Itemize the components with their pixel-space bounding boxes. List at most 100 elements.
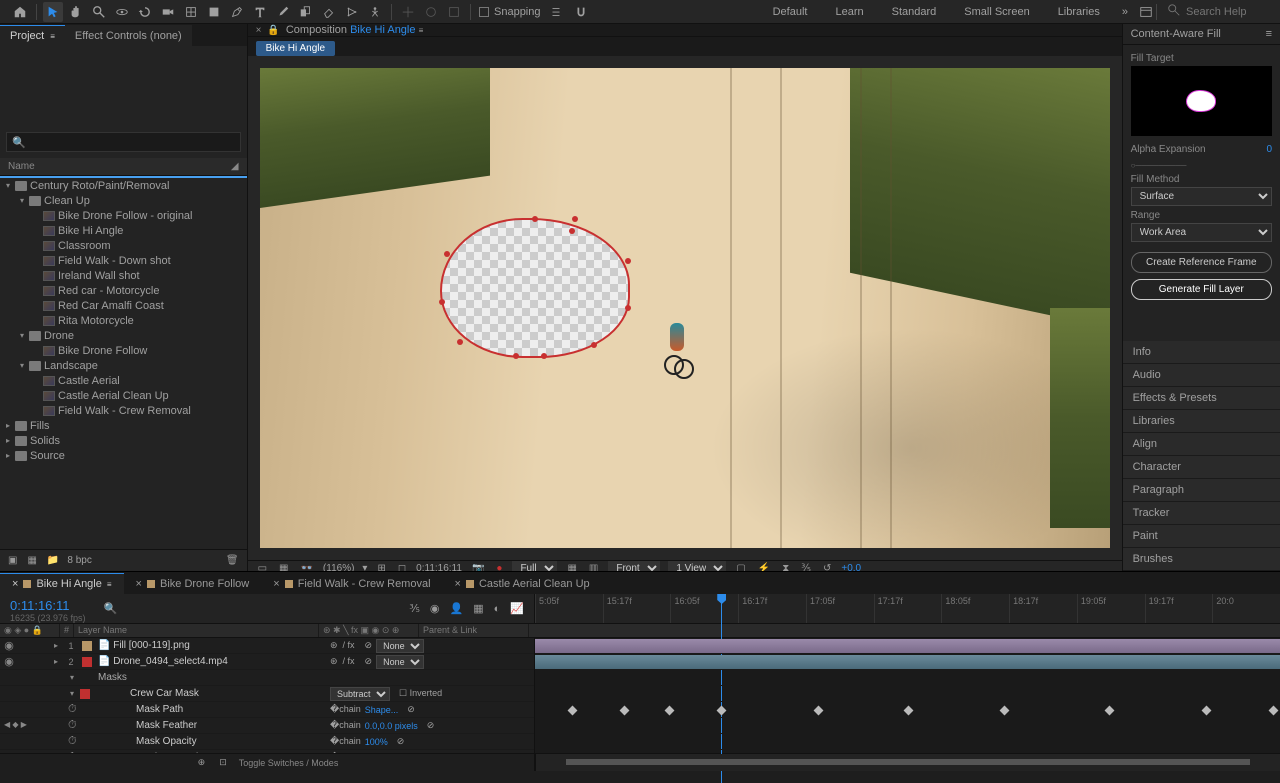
panel-brushes[interactable]: Brushes [1123,548,1280,571]
nested-comp-tab[interactable]: Bike Hi Angle [256,41,335,56]
layer-row[interactable]: ▾Crew Car MaskSubtract ☐ Inverted [0,686,534,702]
tree-item[interactable]: ▾Clean Up [0,193,247,208]
selection-tool-icon[interactable] [43,2,63,22]
tree-item[interactable]: ▸Solids [0,433,247,448]
tree-item[interactable]: ▾Century Roto/Paint/Removal [0,178,247,193]
tree-item[interactable]: Red car - Motorcycle [0,283,247,298]
alpha-exp-value[interactable]: 0 [1266,144,1272,157]
panel-tracker[interactable]: Tracker [1123,502,1280,525]
toggle-switches-modes[interactable]: Toggle Switches / Modes [239,758,339,768]
effect-controls-tab[interactable]: Effect Controls (none) [65,25,192,46]
hide-shy-icon[interactable]: 👤 [448,602,466,615]
search-help-input[interactable] [1186,6,1266,18]
panel-menu-icon[interactable]: ≡ [1266,28,1272,40]
folder-icon[interactable]: 📁 [45,555,61,566]
layer-row[interactable]: ▾Masks [0,670,534,686]
eraser-tool-icon[interactable] [319,2,339,22]
panel-libraries[interactable]: Libraries [1123,410,1280,433]
layer-row[interactable]: ⏱Mask Opacity�chain 100% ⊘ [0,734,534,750]
type-tool-icon[interactable] [250,2,270,22]
project-tab[interactable]: Project≡ [0,25,65,46]
tree-item[interactable]: Bike Hi Angle [0,223,247,238]
workspace-standard[interactable]: Standard [878,2,951,22]
viewer-canvas[interactable] [260,68,1110,548]
project-search[interactable]: 🔍 [6,132,241,152]
brush-tool-icon[interactable] [273,2,293,22]
keyframe-nav[interactable]: ◀ ◆ ▶ [4,720,27,729]
snap-magnet-icon[interactable] [571,2,591,22]
zoom-tool-icon[interactable] [89,2,109,22]
comp-icon[interactable]: ▦ [25,555,38,566]
panel-audio[interactable]: Audio [1123,364,1280,387]
pan-behind-tool-icon[interactable] [181,2,201,22]
trash-icon[interactable]: 🗑 [224,555,241,566]
timeline-tab[interactable]: ×Bike Hi Angle ≡ [0,573,124,594]
tree-item[interactable]: Ireland Wall shot [0,268,247,283]
label-icon[interactable]: ◢ [231,161,239,172]
comp-mini-flow-icon[interactable]: ⅗ [407,602,422,615]
tree-item[interactable]: ▸Fills [0,418,247,433]
tree-item[interactable]: ▾Drone [0,328,247,343]
col-layer-name[interactable]: Layer Name [74,624,319,637]
range-select[interactable]: Work Area [1131,223,1272,242]
workspace-libraries[interactable]: Libraries [1044,2,1114,22]
tree-item[interactable]: Classroom [0,238,247,253]
panel-info[interactable]: Info [1123,341,1280,364]
interpret-icon[interactable]: ▣ [6,555,19,566]
motion-blur-icon[interactable]: ◐ [492,603,503,615]
layer-row[interactable]: ⏱Mask Path�chain Shape... ⊘ [0,702,534,718]
create-reference-button[interactable]: Create Reference Frame [1131,252,1272,273]
rotation-tool-icon[interactable] [135,2,155,22]
reset-workspace-icon[interactable] [1136,2,1156,22]
layer-row[interactable]: ◉▸2📄 Drone_0494_select4.mp4⊛ / fx ⊘ None [0,654,534,670]
panel-effects-presets[interactable]: Effects & Presets [1123,387,1280,410]
frame-blend-icon[interactable]: ▦ [471,602,485,615]
lock-icon[interactable]: 🔒 [267,25,279,36]
generate-fill-button[interactable]: Generate Fill Layer [1131,279,1272,300]
tree-item[interactable]: Rita Motorcycle [0,313,247,328]
roto-tool-icon[interactable] [342,2,362,22]
flowchart-icon[interactable]: × [256,25,262,36]
home-icon[interactable] [10,2,30,22]
snapping-checkbox[interactable] [479,7,489,17]
workspace-default[interactable]: Default [759,2,822,22]
camera-tool-icon[interactable] [158,2,178,22]
fill-method-select[interactable]: Surface [1131,187,1272,206]
tree-item[interactable]: Castle Aerial [0,373,247,388]
col-name[interactable]: Name [8,161,35,172]
timeline-tab[interactable]: ×Castle Aerial Clean Up [443,574,602,594]
layer-row[interactable]: ◉▸1📄 Fill [000-119].png⊛ / fx ⊘ None [0,638,534,654]
hand-tool-icon[interactable] [66,2,86,22]
workspace-learn[interactable]: Learn [821,2,877,22]
puppet-tool-icon[interactable] [365,2,385,22]
axis-local-icon[interactable] [398,2,418,22]
project-tree[interactable]: ▾Century Roto/Paint/Removal▾Clean UpBike… [0,176,247,549]
draft3d-icon[interactable]: ◉ [428,602,442,615]
timeline-timecode[interactable]: 0:11:16:11 [10,598,86,613]
tree-item[interactable]: Red Car Amalfi Coast [0,298,247,313]
axis-view-icon[interactable] [444,2,464,22]
axis-world-icon[interactable] [421,2,441,22]
col-parent[interactable]: Parent & Link [419,624,529,637]
panel-paint[interactable]: Paint [1123,525,1280,548]
shape-tool-icon[interactable] [204,2,224,22]
graph-editor-icon[interactable]: 📈 [508,602,526,615]
snapping-options-icon[interactable] [546,2,566,22]
tree-item[interactable]: Field Walk - Down shot [0,253,247,268]
tree-item[interactable]: Bike Drone Follow - original [0,208,247,223]
timeline-navigator[interactable] [566,759,1250,765]
tree-item[interactable]: ▾Landscape [0,358,247,373]
clone-tool-icon[interactable] [296,2,316,22]
tl-opt2-icon[interactable]: ⊡ [217,757,229,768]
timeline-search-icon[interactable]: 🔍 [104,602,118,615]
panel-align[interactable]: Align [1123,433,1280,456]
caf-title[interactable]: Content-Aware Fill [1131,28,1221,40]
tl-opt1-icon[interactable]: ⊕ [196,757,208,768]
panel-paragraph[interactable]: Paragraph [1123,479,1280,502]
layer-row[interactable]: ⏱Mask Feather�chain 0.0,0.0 pixels ⊘ [0,718,534,734]
layer-row[interactable]: ⏱Mask Expansion�chain 0.0 pixels ⊘ [0,750,534,753]
tree-item[interactable]: ▸Source [0,448,247,463]
tree-item[interactable]: Castle Aerial Clean Up [0,388,247,403]
workspace-small[interactable]: Small Screen [950,2,1043,22]
timeline-tab[interactable]: ×Bike Drone Follow [124,574,262,594]
